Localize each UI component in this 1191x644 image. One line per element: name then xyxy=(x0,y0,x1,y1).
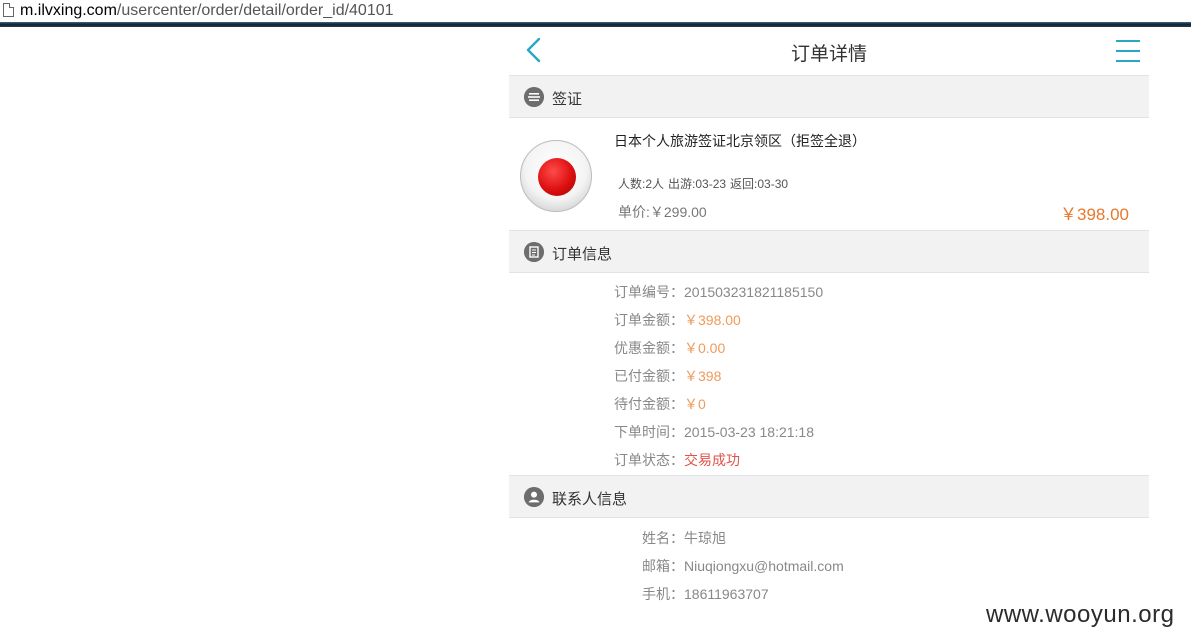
visa-section-header: 签证 xyxy=(509,75,1149,118)
paid-amount-row: 已付金额：￥398 xyxy=(614,366,721,386)
paid-amount-value: ￥398 xyxy=(684,368,722,384)
pending-amount-value: ￥0 xyxy=(684,396,706,412)
url-host: m.ilvxing.com xyxy=(20,2,117,19)
contact-phone-row: 手机：18611963707 xyxy=(642,584,769,604)
contact-email-row: 邮箱：Niuqiongxu@hotmail.com xyxy=(642,556,844,576)
globe-icon xyxy=(524,87,544,107)
product-name: 日本个人旅游签证北京领区（拒签全退） xyxy=(614,133,866,149)
page-header: 订单详情 xyxy=(509,27,1149,75)
total-price: ￥398.00 xyxy=(1060,205,1129,224)
discount-amount-value: ￥0.00 xyxy=(684,340,726,356)
url-text[interactable]: m.ilvxing.com/usercenter/order/detail/or… xyxy=(20,1,394,21)
order-detail-page: 订单详情 签证 日本个人旅游签证北京领区（拒签全退） 人数:2人 出游:03-23… xyxy=(509,27,1149,644)
order-status-label: 订单状态： xyxy=(614,452,684,468)
discount-amount-label: 优惠金额： xyxy=(614,340,684,356)
order-number-label: 订单编号： xyxy=(614,284,684,300)
people-count: 人数:2人 xyxy=(618,177,665,191)
order-status-row: 订单状态：交易成功 xyxy=(614,450,740,470)
page-title: 订单详情 xyxy=(790,44,867,65)
document-icon xyxy=(524,242,544,262)
contact-email-value: Niuqiongxu@hotmail.com xyxy=(684,558,844,574)
order-number-row: 订单编号：201503231821185150 xyxy=(614,282,823,302)
return-date: 返回:03-30 xyxy=(730,177,789,191)
contact-name-row: 姓名：牛琼旭 xyxy=(642,528,726,548)
order-time-value: 2015-03-23 18:21:18 xyxy=(684,424,814,440)
contact-phone-label: 手机： xyxy=(642,586,684,602)
page-icon xyxy=(3,3,14,17)
order-section-header: 订单信息 xyxy=(509,230,1149,273)
url-path: /usercenter/order/detail/order_id/40101 xyxy=(116,2,394,19)
order-amount-row: 订单金额：￥398.00 xyxy=(614,310,741,330)
order-amount-value: ￥398.00 xyxy=(684,312,741,328)
contact-name-value: 牛琼旭 xyxy=(684,530,726,546)
unit-price: 单价:￥299.00 xyxy=(618,204,707,220)
address-bar[interactable]: m.ilvxing.com/usercenter/order/detail/or… xyxy=(0,0,1191,22)
watermark: www.wooyun.org xyxy=(986,601,1175,628)
pending-amount-row: 待付金额：￥0 xyxy=(614,394,706,414)
product-meta: 人数:2人 出游:03-23 返回:03-30 xyxy=(618,175,792,192)
order-section-title: 订单信息 xyxy=(552,246,613,263)
contact-section-title: 联系人信息 xyxy=(552,491,628,508)
order-number-value: 201503231821185150 xyxy=(684,284,824,300)
product-card[interactable]: 日本个人旅游签证北京领区（拒签全退） 人数:2人 出游:03-23 返回:03-30… xyxy=(509,118,1149,230)
discount-amount-row: 优惠金额：￥0.00 xyxy=(614,338,725,358)
pending-amount-label: 待付金额： xyxy=(614,396,684,412)
visa-section-title: 签证 xyxy=(552,91,583,108)
contact-phone-value: 18611963707 xyxy=(684,586,769,602)
order-status-value: 交易成功 xyxy=(684,452,740,468)
contact-email-label: 邮箱： xyxy=(642,558,684,574)
depart-date: 出游:03-23 xyxy=(668,177,727,191)
order-time-label: 下单时间： xyxy=(614,424,684,440)
order-amount-label: 订单金额： xyxy=(614,312,684,328)
japan-flag-icon xyxy=(520,140,592,212)
order-time-row: 下单时间：2015-03-23 18:21:18 xyxy=(614,422,814,442)
user-icon xyxy=(524,487,544,507)
menu-icon[interactable] xyxy=(1113,39,1143,63)
contact-section-header: 联系人信息 xyxy=(509,475,1149,518)
paid-amount-label: 已付金额： xyxy=(614,368,684,384)
contact-name-label: 姓名： xyxy=(642,530,684,546)
